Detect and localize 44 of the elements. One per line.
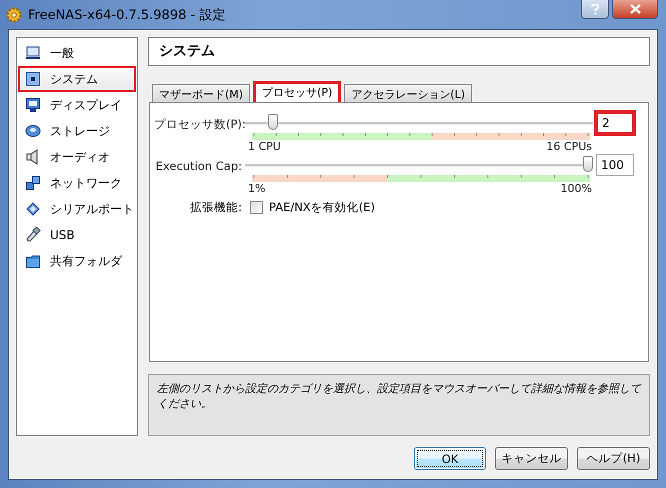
scale-max-label: 16 CPUs xyxy=(546,140,592,153)
gear-icon xyxy=(6,6,22,22)
category-icon xyxy=(25,253,41,269)
category-icon xyxy=(25,45,41,61)
dialog-button[interactable]: ヘルプ(H) xyxy=(577,447,650,470)
help-icon xyxy=(591,4,599,14)
category-icon xyxy=(25,97,41,113)
slider-label: Execution Cap: xyxy=(154,158,242,173)
category-item[interactable]: ストレージ xyxy=(18,118,136,144)
checkbox-label[interactable]: PAE/NXを有効化(E) xyxy=(269,200,375,215)
scale-min-label: 1 CPU xyxy=(248,140,281,153)
close-button[interactable] xyxy=(612,0,658,19)
dialog-button[interactable]: OK xyxy=(414,447,486,470)
category-item[interactable]: 共有フォルダ xyxy=(18,248,136,274)
close-icon xyxy=(630,4,640,14)
scale-max-label: 100% xyxy=(560,182,592,195)
category-item[interactable]: システム xyxy=(18,66,136,92)
slider-label: プロセッサ数(P): xyxy=(154,116,242,132)
category-icon xyxy=(25,71,41,87)
help-button[interactable] xyxy=(581,0,609,19)
tab[interactable]: アクセラレーション(L) xyxy=(344,84,472,102)
field-label: 拡張機能: xyxy=(189,200,242,215)
category-icon xyxy=(25,227,41,243)
category-item[interactable]: シリアルポート xyxy=(18,196,136,222)
category-item[interactable]: USB xyxy=(18,222,136,248)
value-field[interactable]: 100 xyxy=(596,154,634,176)
slider-thumb[interactable] xyxy=(268,114,278,130)
value-field[interactable]: 2 xyxy=(596,112,634,134)
description-text: 左側のリストから設定のカテゴリを選択し、設定項目をマウスオーバーして詳細な情報を参照してください。 xyxy=(148,374,650,436)
category-item[interactable]: ディスプレイ xyxy=(18,92,136,118)
window-title: FreeNAS-x64-0.7.5.9898 - 設定 xyxy=(28,6,226,24)
category-item[interactable]: ネットワーク xyxy=(18,170,136,196)
scale-min-label: 1% xyxy=(248,182,266,195)
dialog-button[interactable]: キャンセル xyxy=(495,447,568,470)
category-item[interactable]: 一般 xyxy=(18,40,136,66)
category-icon xyxy=(25,201,41,217)
category-item[interactable]: オーディオ xyxy=(18,144,136,170)
category-icon xyxy=(25,175,41,191)
tab[interactable]: プロセッサ(P) xyxy=(253,80,342,102)
checkbox[interactable] xyxy=(250,200,263,214)
category-icon xyxy=(25,123,41,139)
tab[interactable]: マザーボード(M) xyxy=(152,84,250,102)
slider-thumb[interactable] xyxy=(583,156,593,172)
page-title: システム xyxy=(148,37,650,66)
